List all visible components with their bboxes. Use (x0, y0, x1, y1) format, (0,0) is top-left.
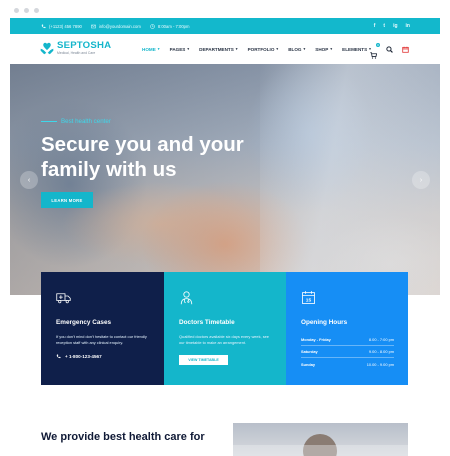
twitter-icon[interactable]: t (383, 23, 385, 29)
doctor-icon (180, 291, 193, 305)
nav-item-label: HOME (142, 46, 156, 52)
timetable-card: Doctors Timetable Qualified doctors avai… (164, 272, 286, 385)
nav-item-label: BLOG (288, 46, 302, 52)
chevron-down-icon: ▾ (157, 47, 160, 51)
top-bar-email-text: info@yourdomain.com (98, 23, 141, 29)
opening-hours-title: Opening Hours (301, 319, 348, 326)
timetable-title: Doctors Timetable (179, 319, 235, 326)
social-links: f t ig in (374, 18, 410, 34)
main-nav: HOME ▾ PAGES ▾ DEPARTMENTS ▾ PORTFOLIO ▾ BLO… (142, 34, 371, 64)
nav-item-label: PAGES (169, 46, 186, 52)
logo-tagline: Medical, Health and Care (57, 50, 96, 55)
phone-icon (41, 24, 46, 28)
site-logo[interactable]: SEPTOSHA Medical, Health and Care (40, 41, 111, 55)
info-cards: Emergency Cases If you don't mind don't … (41, 272, 408, 385)
instagram-icon[interactable]: ig (393, 23, 397, 29)
window-dot (34, 8, 39, 13)
hero-content: Best health center Secure you and your f… (41, 118, 291, 208)
chevron-down-icon: ▾ (303, 47, 306, 51)
window-dot (14, 8, 19, 13)
phone-icon (56, 354, 61, 359)
hero-slider: ‹ › Best health center Secure you and yo… (10, 64, 440, 295)
photo-background (233, 445, 408, 456)
cart-count-badge: 0 (376, 42, 380, 47)
window-controls (14, 8, 39, 13)
clock-icon (150, 23, 155, 29)
ambulance-icon (56, 293, 71, 304)
opening-hours-card: 15 Opening Hours Monday - Friday 8.00 - … (286, 272, 408, 385)
logo-name: SEPTOSHA (57, 40, 112, 51)
email-icon (91, 24, 96, 28)
nav-item-elements[interactable]: ELEMENTS ▾ (342, 47, 371, 52)
top-bar: (+1123) 456 7890 info@yourdomain.com 8:0… (10, 18, 440, 34)
nav-item-label: DEPARTMENTS (199, 46, 234, 52)
timetable-text: Qualified doctors available six days eve… (179, 334, 269, 346)
slider-prev-button[interactable]: ‹ (20, 171, 38, 189)
hours-time: 9.00 - 8.00 pm (368, 349, 394, 354)
chevron-down-icon: ▾ (235, 47, 238, 51)
hours-time: 8.00 - 7:00 pm (368, 337, 394, 342)
hero-title: Secure you and your family with us (41, 133, 244, 181)
hours-day: Saturday (301, 349, 318, 354)
learn-more-button[interactable]: LEARN MORE (41, 192, 93, 208)
top-bar-hours-text: 8:00am - 7:00pm (157, 23, 190, 29)
emergency-title: Emergency Cases (56, 319, 112, 326)
chevron-down-icon: ▾ (330, 47, 333, 51)
opening-hours-table: Monday - Friday 8.00 - 7:00 pm Saturday … (301, 334, 394, 370)
hours-day: Monday - Friday (301, 337, 331, 342)
svg-text:15: 15 (306, 298, 312, 304)
nav-item-label: SHOP (315, 46, 329, 52)
hero-eyebrow-text: Best health center (61, 118, 111, 125)
search-icon[interactable] (386, 45, 393, 53)
calendar-icon[interactable] (402, 46, 409, 53)
emergency-card: Emergency Cases If you don't mind don't … (41, 272, 164, 385)
site-header: SEPTOSHA Medical, Health and Care HOME ▾ … (10, 34, 440, 64)
nav-item-pages[interactable]: PAGES ▾ (170, 47, 190, 52)
linkedin-icon[interactable]: in (406, 23, 410, 29)
cart-button[interactable]: 0 (370, 42, 380, 59)
chevron-down-icon: ▾ (276, 47, 279, 51)
view-timetable-button[interactable]: VIEW TIMETABLE (179, 355, 228, 366)
doctor-photo (233, 423, 408, 456)
logo-text: SEPTOSHA Medical, Health and Care (57, 41, 111, 55)
hours-day: Sunday (301, 361, 316, 367)
top-bar-hours: 8:00am - 7:00pm (150, 24, 190, 29)
eyebrow-divider (41, 121, 57, 122)
hero-eyebrow: Best health center (41, 118, 291, 125)
cart-icon (370, 51, 378, 59)
nav-item-portfolio[interactable]: PORTFOLIO ▾ (248, 47, 279, 52)
nav-item-home[interactable]: HOME ▾ (142, 47, 160, 52)
top-bar-info: (+1123) 456 7890 info@yourdomain.com 8:0… (41, 18, 190, 34)
slider-next-button[interactable]: › (412, 171, 430, 189)
hours-time: 10.00 - 9.00 pm (366, 361, 394, 367)
emergency-phone-number: + 1-800-123-4567 (65, 354, 102, 360)
nav-item-label: PORTFOLIO (247, 46, 275, 52)
nav-item-blog[interactable]: BLOG ▾ (288, 47, 305, 52)
emergency-text: If you don't mind don't hesitate to cont… (56, 334, 147, 346)
section-heading: We provide best health care for (41, 431, 205, 443)
hours-row: Monday - Friday 8.00 - 7:00 pm (301, 334, 394, 346)
top-bar-email[interactable]: info@yourdomain.com (91, 24, 141, 29)
website-frame: (+1123) 456 7890 info@yourdomain.com 8:0… (10, 18, 440, 456)
hours-row: Sunday 10.00 - 9.00 pm (301, 358, 394, 370)
nav-item-label: ELEMENTS (342, 46, 368, 52)
calendar-icon: 15 (302, 291, 315, 304)
logo-icon (40, 42, 54, 55)
header-actions: 0 (370, 34, 409, 64)
chevron-down-icon: ▾ (187, 47, 190, 51)
hours-row: Saturday 9.00 - 8.00 pm (301, 346, 394, 358)
emergency-phone[interactable]: + 1-800-123-4567 (56, 354, 149, 359)
nav-item-departments[interactable]: DEPARTMENTS ▾ (199, 47, 237, 52)
window-dot (24, 8, 29, 13)
top-bar-phone-text: (+1123) 456 7890 (49, 23, 82, 29)
nav-item-shop[interactable]: SHOP ▾ (315, 47, 332, 52)
facebook-icon[interactable]: f (374, 23, 376, 29)
top-bar-phone[interactable]: (+1123) 456 7890 (41, 24, 82, 29)
